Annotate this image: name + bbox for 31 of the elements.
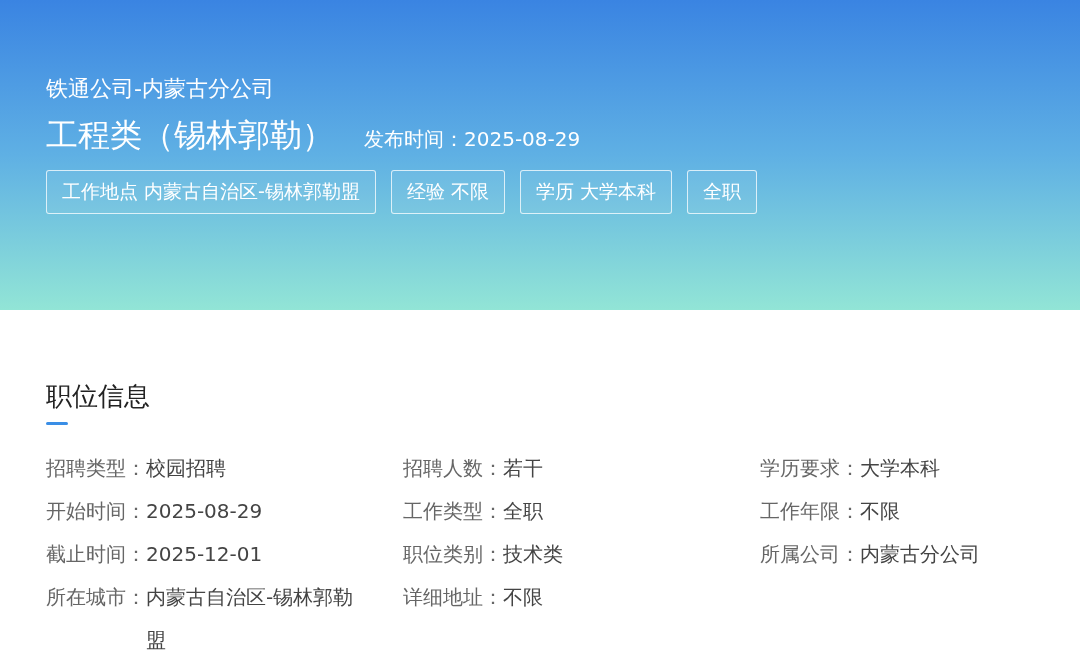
job-title: 工程类（锡林郭勒） xyxy=(46,115,334,156)
field-value: 技术类 xyxy=(503,541,564,568)
section-title: 职位信息 xyxy=(46,380,151,413)
field-label: 所在城市： xyxy=(46,584,146,611)
field-value: 内蒙古分公司 xyxy=(860,541,981,568)
heading-underline xyxy=(46,422,68,425)
job-tag: 经验 不限 xyxy=(390,170,505,214)
job-tag: 全职 xyxy=(687,170,757,214)
field-value: 不限 xyxy=(503,584,544,611)
field-value: 内蒙古自治区-锡林郭勒盟 xyxy=(146,584,355,654)
field-label: 学历要求： xyxy=(760,455,860,482)
job-tag: 学历 大学本科 xyxy=(519,170,672,214)
company-name: 铁通公司-内蒙古分公司 xyxy=(46,75,274,103)
field-value: 2025-08-29 xyxy=(146,498,264,525)
field-value: 若干 xyxy=(503,455,544,482)
publish-time: 发布时间：2025-08-29 xyxy=(364,126,581,153)
field-label: 工作年限： xyxy=(760,498,860,525)
field-value: 校园招聘 xyxy=(146,455,227,482)
field-label: 截止时间： xyxy=(46,541,146,568)
field-label: 职位类别： xyxy=(403,541,503,568)
field-value: 全职 xyxy=(503,498,544,525)
field-value: 2025-12-01 xyxy=(146,541,264,568)
field-label: 详细地址： xyxy=(403,584,503,611)
field-label: 开始时间： xyxy=(46,498,146,525)
field-value: 大学本科 xyxy=(860,455,941,482)
field-label: 招聘类型： xyxy=(46,455,146,482)
field-value: 不限 xyxy=(860,498,901,525)
field-label: 所属公司： xyxy=(760,541,860,568)
field-label: 工作类型： xyxy=(403,498,503,525)
field-label: 招聘人数： xyxy=(403,455,503,482)
job-tag: 工作地点 内蒙古自治区-锡林郭勒盟 xyxy=(46,170,376,214)
